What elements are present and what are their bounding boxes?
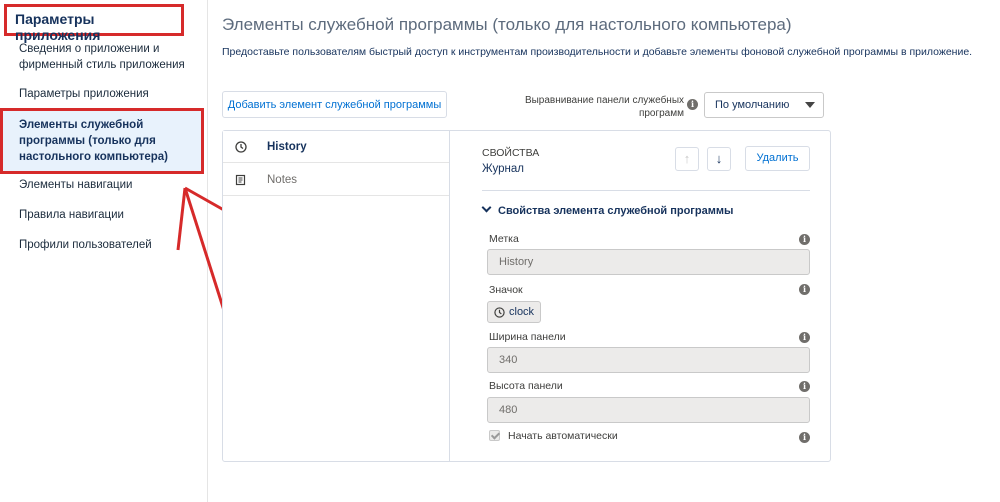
autostart-checkbox[interactable]	[489, 430, 500, 441]
alignment-select-value: По умолчанию	[715, 99, 790, 111]
page-description: Предоставьте пользователям быстрый досту…	[222, 46, 973, 58]
width-field-label: Ширина панели	[489, 331, 566, 343]
move-down-button[interactable]: ↓	[707, 147, 731, 171]
list-item-notes[interactable]: Notes	[223, 164, 449, 196]
sidebar-item-app-options[interactable]: Параметры приложения	[19, 86, 149, 102]
label-input[interactable]: History	[487, 249, 810, 275]
page-title: Элементы служебной программы (только для…	[222, 15, 792, 34]
height-field-label: Высота панели	[489, 380, 563, 392]
settings-sidebar: Параметры приложения Сведения о приложен…	[0, 0, 208, 502]
alignment-select[interactable]: По умолчанию	[704, 92, 824, 118]
section-toggle[interactable]: Свойства элемента служебной программы	[481, 202, 734, 217]
main-content: Элементы служебной программы (только для…	[209, 0, 1000, 502]
clock-icon	[235, 141, 247, 153]
info-icon[interactable]: i	[799, 332, 810, 343]
panel-height-input[interactable]: 480	[487, 397, 810, 423]
sidebar-item-app-details[interactable]: Сведения о приложении и фирменный стиль …	[19, 41, 189, 73]
label-field-label: Метка	[489, 233, 519, 245]
clock-icon	[494, 307, 505, 318]
notes-icon	[235, 174, 246, 186]
properties-item-name: Журнал	[482, 163, 524, 175]
sidebar-item-user-profiles[interactable]: Профили пользователей	[19, 237, 152, 253]
sidebar-item-navigation-rules[interactable]: Правила навигации	[19, 207, 124, 223]
info-icon[interactable]: i	[799, 381, 810, 392]
list-item-history[interactable]: History	[223, 131, 449, 163]
icon-picker-value: clock	[509, 306, 535, 318]
section-title: Свойства элемента служебной программы	[498, 205, 734, 217]
arrow-up-icon: ↑	[683, 151, 691, 166]
sidebar-item-navigation-items[interactable]: Элементы навигации	[19, 177, 132, 193]
icon-field-label: Значок	[489, 284, 523, 296]
alignment-label: Выравнивание панели служебных программ	[524, 95, 684, 119]
caret-down-icon	[805, 102, 815, 108]
info-icon[interactable]: i	[799, 432, 810, 443]
info-icon[interactable]: i	[687, 99, 698, 110]
icon-picker[interactable]: clock	[487, 301, 542, 323]
add-utility-item-button[interactable]: Добавить элемент служебной программы	[222, 91, 447, 118]
list-item-label: Notes	[267, 174, 298, 186]
info-icon[interactable]: i	[799, 234, 810, 245]
info-icon[interactable]: i	[799, 284, 810, 295]
utility-items-list: History Notes	[223, 131, 450, 461]
properties-heading: СВОЙСТВА	[482, 147, 540, 159]
utility-items-panel: History Notes СВОЙСТВА Журнал ↑ ↓ Удалит…	[222, 130, 831, 462]
divider	[482, 190, 810, 191]
list-item-label: History	[267, 141, 307, 153]
chevron-down-icon	[481, 202, 492, 213]
delete-button[interactable]: Удалить	[745, 146, 810, 171]
sidebar-title: Параметры приложения	[4, 4, 184, 43]
panel-width-input[interactable]: 340	[487, 347, 810, 373]
autostart-label: Начать автоматически	[508, 430, 618, 442]
arrow-down-icon: ↓	[715, 151, 723, 166]
move-up-button[interactable]: ↑	[675, 147, 699, 171]
sidebar-item-utility-items[interactable]: Элементы служебной программы (только для…	[0, 108, 204, 174]
